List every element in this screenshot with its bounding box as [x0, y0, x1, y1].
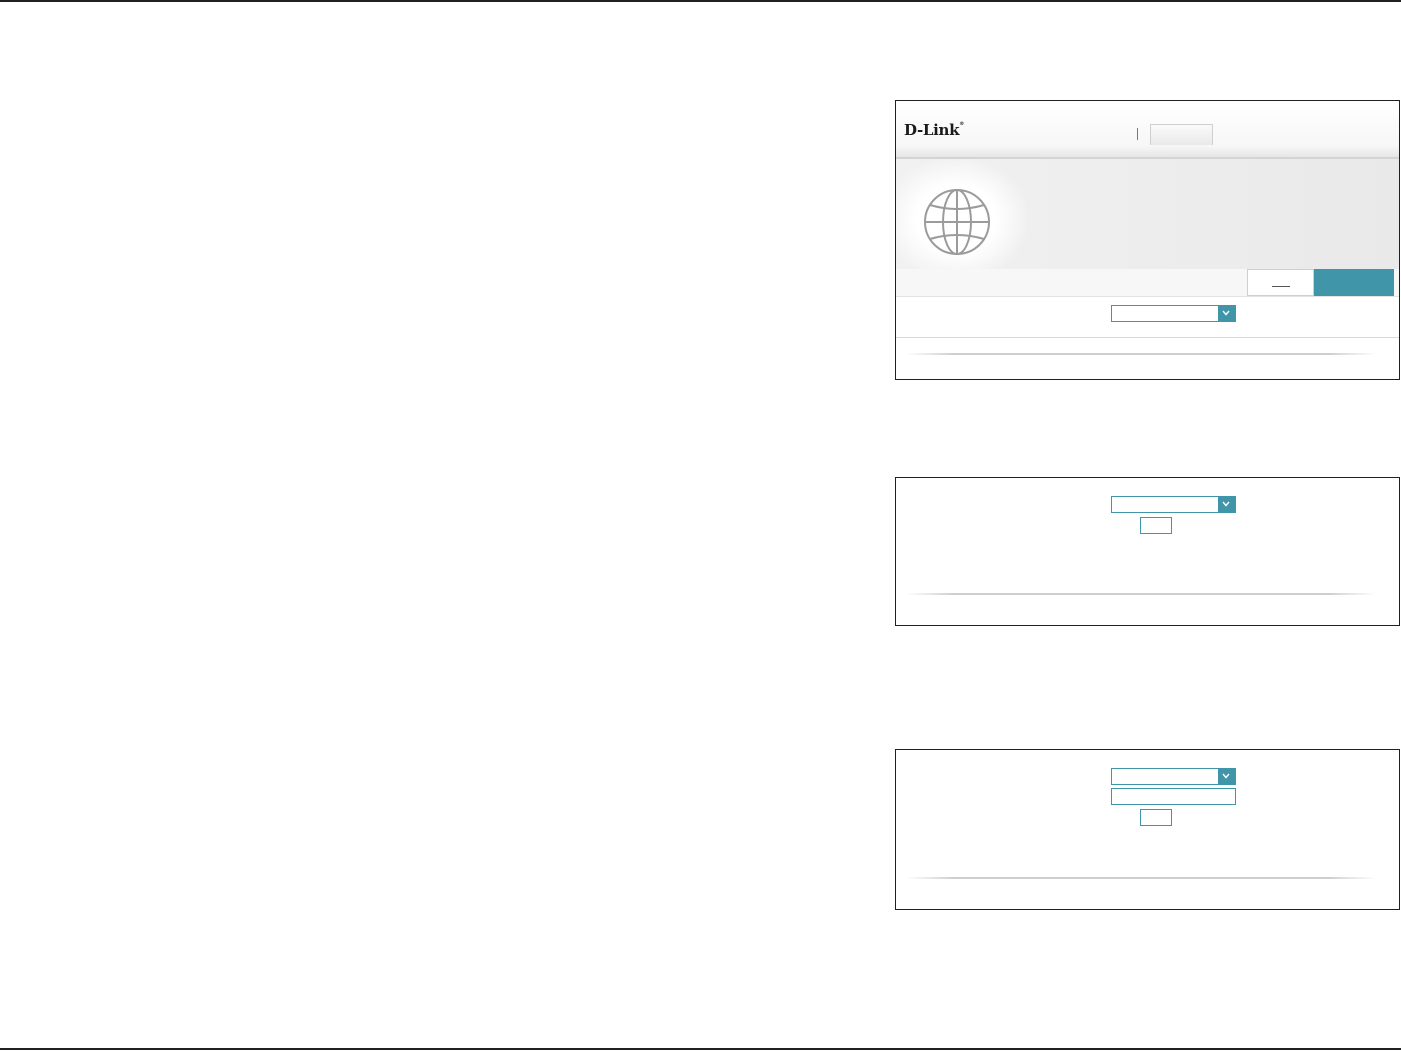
section-separator	[896, 337, 1399, 338]
small-action-button[interactable]	[1140, 809, 1172, 826]
page-banner	[896, 159, 1399, 269]
secondary-action-button[interactable]	[1247, 269, 1314, 296]
option-select[interactable]	[1111, 768, 1236, 785]
screenshot-panel-settings-b	[895, 749, 1400, 910]
globe-icon	[924, 189, 990, 255]
section-divider	[906, 353, 1376, 355]
screenshot-panel-internet: D-Link®	[895, 100, 1400, 380]
header-tab[interactable]	[1150, 124, 1213, 145]
header-divider	[1137, 128, 1138, 140]
screenshot-panel-settings-a	[895, 477, 1400, 626]
top-rule	[0, 0, 1401, 2]
connection-type-select[interactable]	[1111, 305, 1236, 322]
header-bar: D-Link®	[896, 101, 1399, 159]
save-button[interactable]	[1314, 269, 1394, 296]
section-divider	[906, 877, 1376, 879]
action-strip	[896, 269, 1399, 297]
dlink-logo: D-Link®	[904, 121, 964, 139]
chevron-down-icon	[1218, 497, 1235, 512]
bottom-rule	[0, 1048, 1401, 1050]
chevron-down-icon	[1218, 769, 1235, 784]
section-divider	[906, 593, 1376, 595]
chevron-down-icon	[1218, 306, 1235, 321]
small-action-button[interactable]	[1140, 517, 1172, 534]
option-select[interactable]	[1111, 496, 1236, 513]
text-input[interactable]	[1111, 788, 1236, 805]
